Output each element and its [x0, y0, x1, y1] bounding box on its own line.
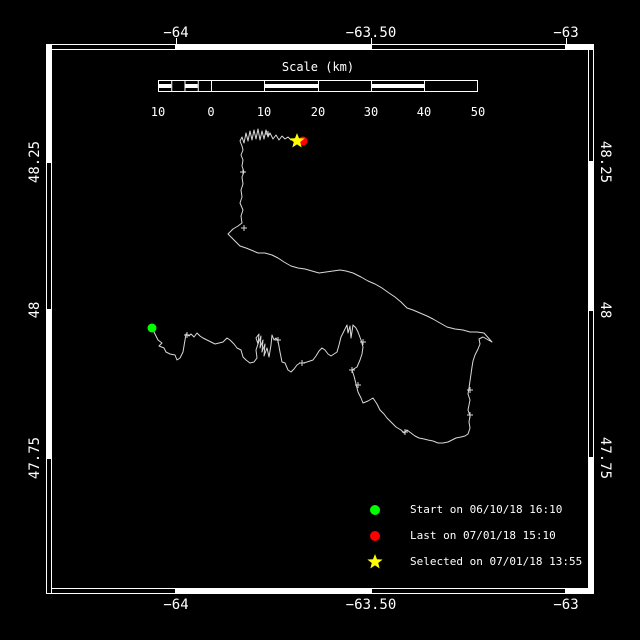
axis-label-left-2: 47.75: [27, 437, 43, 479]
border-segment: [47, 45, 52, 162]
legend-marker-1: [370, 531, 380, 541]
scale-bar-fill: [371, 84, 424, 88]
scale-label-3: 20: [311, 105, 325, 119]
scale-label-0: 10: [151, 105, 165, 119]
axis-label-bottom-2: −63: [553, 597, 578, 613]
scale-bar-title: Scale (km): [158, 60, 478, 74]
scale-label-1: 0: [207, 105, 214, 119]
scale-label-6: 50: [471, 105, 485, 119]
axis-label-left-1: 48: [27, 302, 43, 319]
border-segment: [589, 311, 594, 458]
start-position-marker: [148, 324, 157, 333]
border-segment: [47, 459, 52, 594]
map-canvas: [0, 0, 640, 640]
scale-bar-fill: [264, 84, 318, 88]
legend-marker-0: [370, 505, 380, 515]
border-segment: [589, 163, 594, 310]
axis-label-left-0: 48.25: [27, 141, 43, 183]
track-path: [152, 129, 492, 443]
border-segment: [589, 45, 594, 162]
legend-label-selected: Selected on 07/01/18 13:55: [410, 555, 582, 569]
axis-label-top-1: −63.50: [346, 25, 397, 41]
axis-label-right-0: 48.25: [597, 141, 613, 183]
border-segment: [567, 45, 594, 50]
drifter-track-map: −64 −63.50 −63 −64 −63.50 −63 48.25 48 47.75 48.2…: [0, 0, 640, 640]
legend-marker-2: [367, 554, 382, 568]
axis-label-right-2: 47.75: [597, 437, 613, 479]
scale-bar-fill: [158, 84, 171, 88]
scale-label-5: 40: [417, 105, 431, 119]
axis-label-right-1: 48: [597, 302, 613, 319]
border-segment: [47, 589, 176, 594]
border-segment: [177, 589, 371, 594]
scale-label-4: 30: [364, 105, 378, 119]
border-segment: [589, 459, 594, 594]
axis-label-bottom-0: −64: [163, 597, 188, 613]
border-segment: [47, 45, 176, 50]
border-segment: [372, 589, 566, 594]
border-segment: [47, 311, 52, 458]
legend-label-start: Start on 06/10/18 16:10: [410, 503, 562, 517]
axis-label-top-2: −63: [553, 25, 578, 41]
axis-label-bottom-1: −63.50: [346, 597, 397, 613]
scale-label-2: 10: [257, 105, 271, 119]
scale-bar-fill: [185, 84, 198, 88]
border-segment: [47, 163, 52, 310]
axis-label-top-0: −64: [163, 25, 188, 41]
border-segment: [372, 45, 566, 50]
border-segment: [177, 45, 371, 50]
legend-label-last: Last on 07/01/18 15:10: [410, 529, 556, 543]
